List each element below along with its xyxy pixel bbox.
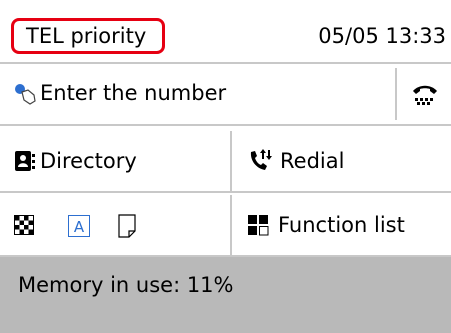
redial-label: Redial [280,149,345,173]
redial-button[interactable]: Redial [232,131,451,191]
on-hook-phone-icon [413,85,437,105]
date-time: 05/05 13:33 [318,24,446,48]
menu-row-1: Directory Redial [0,131,451,193]
receive-mode-badge[interactable]: TEL priority [11,18,165,54]
on-hook-button[interactable] [397,64,451,124]
number-entry-row: Enter the number [0,62,451,126]
redial-icon [250,149,272,170]
menu-row-2: A Function list [0,195,451,257]
memory-in-use: Memory in use: 11% [18,273,234,297]
memory-status-bar: Memory in use: 11% [0,257,451,333]
density-icon [118,214,136,238]
directory-button[interactable]: Directory [0,131,230,191]
directory-icon [15,151,35,171]
scan-text-icon: A [68,215,90,237]
directory-label: Directory [40,149,137,173]
svg-text:A: A [74,218,85,236]
function-list-icon [248,215,269,236]
function-list-button[interactable]: Function list [232,195,451,255]
status-bar: TEL priority 05/05 13:33 [0,0,451,58]
fax-settings-button[interactable]: A [0,195,230,255]
enter-number-label: Enter the number [40,81,227,105]
touch-finger-icon [15,84,36,105]
function-list-label: Function list [278,213,405,237]
enter-number-field[interactable]: Enter the number [0,64,395,124]
fax-standby-screen: TEL priority 05/05 13:33 Enter the numbe… [0,0,451,333]
resolution-icon [14,215,34,235]
